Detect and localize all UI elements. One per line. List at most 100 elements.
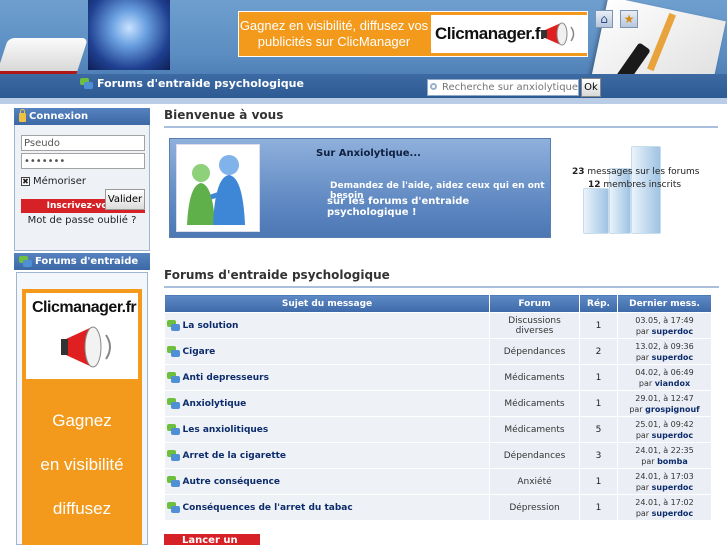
table-row[interactable]: La solution Discussions diverses 1 03.05, à… (164, 312, 712, 339)
last-message-date: 24.01, à 17:03 (635, 471, 694, 481)
topic-bubble-icon (166, 502, 180, 513)
table-row[interactable]: Conséquences de l'arret du tabac Dépressi… (164, 494, 712, 521)
topic-last-message: 04.02, à 06:49 par viandox (617, 364, 712, 391)
last-message-date: 25.01, à 09:42 (635, 419, 694, 429)
last-message-user[interactable]: superdoc (652, 483, 694, 492)
topic-forum-link[interactable]: Dépression (489, 494, 580, 521)
top-ad-banner[interactable]: Gagnez en visibilité, diffusez vos publi… (238, 11, 588, 57)
col-last-message: Dernier mess. (617, 294, 712, 313)
megaphone-icon (542, 22, 575, 46)
banner-logo: Clicmanager.fr (431, 15, 587, 53)
last-message-user[interactable]: viandox (655, 379, 690, 388)
last-message-user[interactable]: grospignouf (645, 405, 700, 414)
password-field[interactable] (21, 153, 145, 169)
remember-checkbox[interactable]: ✖ (21, 177, 30, 186)
topic-subject-cell[interactable]: Anti depresseurs (164, 364, 490, 391)
topic-last-message: 03.05, à 17:49 par superdoc (617, 312, 712, 339)
topic-subject-link[interactable]: Cigare (183, 347, 216, 357)
last-message-date: 13.02, à 09:36 (635, 341, 694, 351)
topic-bubble-icon (166, 424, 180, 435)
sidebar-ad[interactable]: Clicmanager.fr Gagnez en visibilité diff… (16, 272, 148, 545)
members-count: 12 (588, 180, 601, 190)
stats-panel: 23 messages sur les forums 12 membres in… (564, 130, 719, 240)
topic-last-message: 24.01, à 17:02 par superdoc (617, 494, 712, 521)
nav-forums-link[interactable]: Forums d'entraide psychologique (80, 77, 304, 90)
topic-last-message: 24.01, à 22:35 par bomba (617, 442, 712, 469)
table-header-row: Sujet du message Forum Rép. Dernier mess… (164, 294, 712, 313)
sidebar-ad-line1: Gagnez (52, 411, 112, 430)
topic-forum-link[interactable]: Médicaments (489, 364, 580, 391)
topic-subject-cell[interactable]: La solution (164, 312, 490, 339)
members-label: membres inscrits (603, 180, 682, 190)
topic-replies: 5 (579, 416, 618, 443)
table-row[interactable]: Arret de la cigarette Dépendances 3 24.01, … (164, 442, 712, 469)
topic-subject-cell[interactable]: Les anxiolitiques (164, 416, 490, 443)
sidebar-forums-link[interactable]: Forums d'entraide (14, 253, 150, 270)
remember-row: ✖ Mémoriser (21, 176, 143, 187)
forgot-password-link[interactable]: Mot de passe oublié ? (21, 215, 143, 226)
stats-bar (631, 146, 661, 234)
search-input[interactable] (427, 79, 579, 96)
table-row[interactable]: Autre conséquence Anxiété 1 24.01, à 17:03 p… (164, 468, 712, 495)
home-icon[interactable]: ⌂ (595, 10, 613, 28)
topic-forum-link[interactable]: Dépendances (489, 338, 580, 365)
topic-subject-cell[interactable]: Conséquences de l'arret du tabac (164, 494, 490, 521)
topic-forum-link[interactable]: Anxiété (489, 468, 580, 495)
last-message-by: par (635, 482, 650, 492)
megaphone-icon (61, 326, 111, 368)
login-box: ✖ Mémoriser Valider Inscrivez-vous Mot d… (14, 125, 150, 251)
topic-bubble-icon (166, 450, 180, 461)
last-message-by: par (641, 456, 655, 466)
topic-forum-link[interactable]: Dépendances (489, 442, 580, 469)
topic-replies: 1 (579, 468, 618, 495)
last-message-user[interactable]: superdoc (652, 431, 694, 440)
validate-button[interactable]: Valider (105, 189, 145, 210)
topic-subject-link[interactable]: Anxiolytique (183, 399, 247, 409)
topic-subject-link[interactable]: Conséquences de l'arret du tabac (183, 503, 353, 513)
table-row[interactable]: Anxiolytique Médicaments 1 29.01, à 12:47 pa… (164, 390, 712, 417)
forum-bubble-icon (80, 78, 93, 89)
topic-subject-cell[interactable]: Autre conséquence (164, 468, 490, 495)
topic-subject-cell[interactable]: Arret de la cigarette (164, 442, 490, 469)
topic-forum-link[interactable]: Discussions diverses (489, 312, 580, 339)
topic-subject-cell[interactable]: Cigare (164, 338, 490, 365)
topic-forum-link[interactable]: Médicaments (489, 416, 580, 443)
topic-subject-cell[interactable]: Anxiolytique (164, 390, 490, 417)
pseudo-field[interactable] (21, 135, 145, 151)
topic-forum-link[interactable]: Médicaments (489, 390, 580, 417)
last-message-date: 24.01, à 17:02 (635, 497, 694, 507)
last-message-user[interactable]: superdoc (652, 509, 694, 518)
welcome-line-2: sur les forums d'entraide psychologique … (327, 196, 470, 218)
new-topic-button[interactable]: Lancer un sujet (164, 534, 260, 545)
topic-subject-link[interactable]: Les anxiolitiques (183, 425, 269, 435)
members-stat: 12 membres inscrits (588, 180, 681, 190)
table-row[interactable]: Les anxiolitiques Médicaments 5 25.01, à 09… (164, 416, 712, 443)
topics-table: Sujet du message Forum Rép. Dernier mess… (164, 294, 712, 521)
table-row[interactable]: Cigare Dépendances 2 13.02, à 09:36 par supe… (164, 338, 712, 365)
messages-stat: 23 messages sur les forums (572, 167, 699, 177)
topic-replies: 2 (579, 338, 618, 365)
topic-bubble-icon (166, 320, 180, 331)
col-replies: Rép. (579, 294, 618, 313)
topic-subject-link[interactable]: Anti depresseurs (183, 373, 269, 383)
topic-last-message: 25.01, à 09:42 par superdoc (617, 416, 712, 443)
last-message-by: par (638, 378, 653, 388)
search-button[interactable]: Ok (581, 78, 601, 97)
col-forum: Forum (489, 294, 580, 313)
favorite-icon[interactable]: ★ (620, 10, 638, 28)
topic-subject-link[interactable]: La solution (183, 321, 239, 331)
search-icon (430, 83, 437, 90)
last-message-user[interactable]: bomba (657, 457, 688, 466)
last-message-user[interactable]: superdoc (652, 327, 694, 336)
people-illustration (187, 155, 245, 225)
sidebar-forums-label: Forums d'entraide (35, 256, 139, 267)
topic-replies: 1 (579, 494, 618, 521)
table-row[interactable]: Anti depresseurs Médicaments 1 04.02, à 06:… (164, 364, 712, 391)
last-message-user[interactable]: superdoc (652, 353, 694, 362)
topic-subject-link[interactable]: Arret de la cigarette (183, 451, 287, 461)
sidebar-ad-panel: Clicmanager.fr Gagnez en visibilité diff… (22, 289, 142, 545)
stats-bar (583, 188, 609, 234)
messages-count: 23 (572, 167, 585, 177)
topic-last-message: 29.01, à 12:47 par grospignouf (617, 390, 712, 417)
topic-subject-link[interactable]: Autre conséquence (183, 477, 281, 487)
